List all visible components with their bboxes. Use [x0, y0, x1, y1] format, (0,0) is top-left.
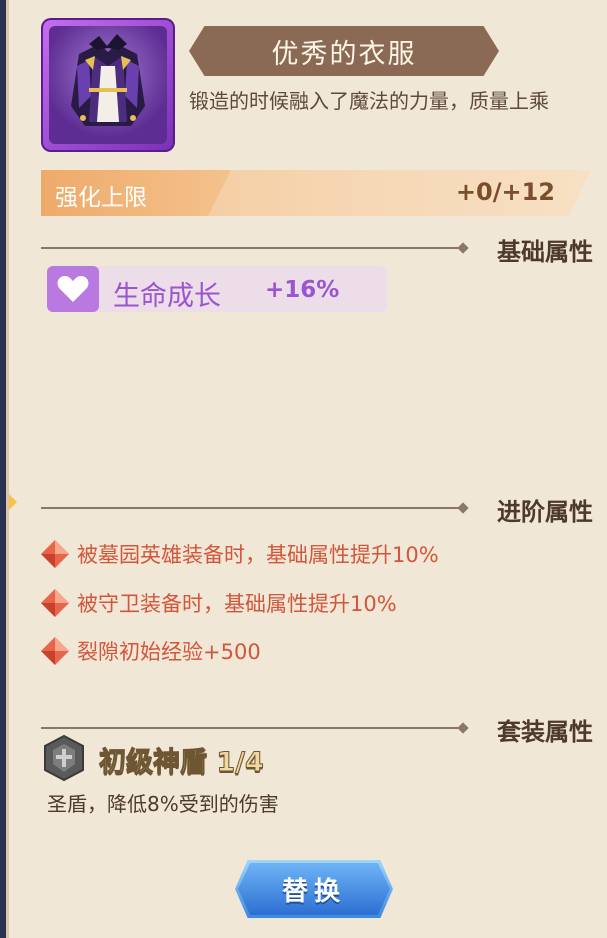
- set-name: 初级神盾 1/4: [99, 747, 265, 779]
- item-name: 优秀的衣服: [271, 38, 417, 70]
- red-gem-icon: [41, 589, 69, 617]
- section-divider-dot: [457, 502, 469, 514]
- item-detail-panel: 优秀的衣服 锻造的时候融入了魔法的力量，质量上乘 强化上限 +0/+12 基础属…: [6, 0, 607, 938]
- enhance-label-tab: 强化上限: [41, 170, 231, 216]
- set-description: 圣盾，降低8%受到的伤害: [47, 792, 279, 816]
- section-divider: [41, 507, 461, 509]
- base-attribute-name: 生命成长: [113, 281, 221, 312]
- advanced-attribute-text: 被守卫装备时，基础属性提升10%: [77, 592, 397, 616]
- heart-up-icon: [47, 266, 99, 312]
- purple-armor-coat-icon: [49, 26, 167, 144]
- section-divider: [41, 247, 461, 249]
- advanced-attribute-item: 被墓园英雄装备时，基础属性提升10%: [39, 536, 439, 572]
- enhance-label: 强化上限: [55, 185, 147, 211]
- item-icon-frame: [41, 18, 175, 152]
- advanced-attributes-header: 进阶属性: [41, 492, 593, 526]
- section-divider: [41, 727, 461, 729]
- set-attributes-title: 套装属性: [497, 718, 593, 746]
- replace-button-label: 替换: [281, 876, 346, 907]
- red-gem-icon: [41, 540, 69, 568]
- set-attributes-header: 套装属性: [41, 712, 593, 746]
- section-divider-dot: [457, 242, 469, 254]
- advanced-attributes-title: 进阶属性: [497, 498, 593, 526]
- enhance-value: +0/+12: [455, 178, 555, 206]
- enhance-limit-bar: 强化上限 +0/+12: [41, 170, 591, 216]
- item-title-ribbon: 优秀的衣服: [189, 26, 499, 76]
- advanced-attribute-item: 被守卫装备时，基础属性提升10%: [39, 585, 397, 621]
- base-attribute-row: 生命成长 +16%: [47, 266, 387, 312]
- advanced-attribute-item: 裂隙初始经验+500: [39, 633, 261, 669]
- red-gem-icon: [41, 637, 69, 665]
- base-attributes-header: 基础属性: [41, 232, 593, 266]
- shield-icon: [44, 734, 84, 782]
- panel-pointer-arrow: [9, 494, 17, 510]
- item-description: 锻造的时候融入了魔法的力量，质量上乘: [189, 89, 549, 113]
- base-attribute-value: +16%: [265, 277, 340, 303]
- advanced-attribute-text: 被墓园英雄装备时，基础属性提升10%: [77, 543, 439, 567]
- replace-button[interactable]: 替换: [235, 860, 393, 918]
- section-divider-dot: [457, 722, 469, 734]
- base-attributes-title: 基础属性: [497, 238, 593, 266]
- advanced-attribute-text: 裂隙初始经验+500: [77, 640, 261, 664]
